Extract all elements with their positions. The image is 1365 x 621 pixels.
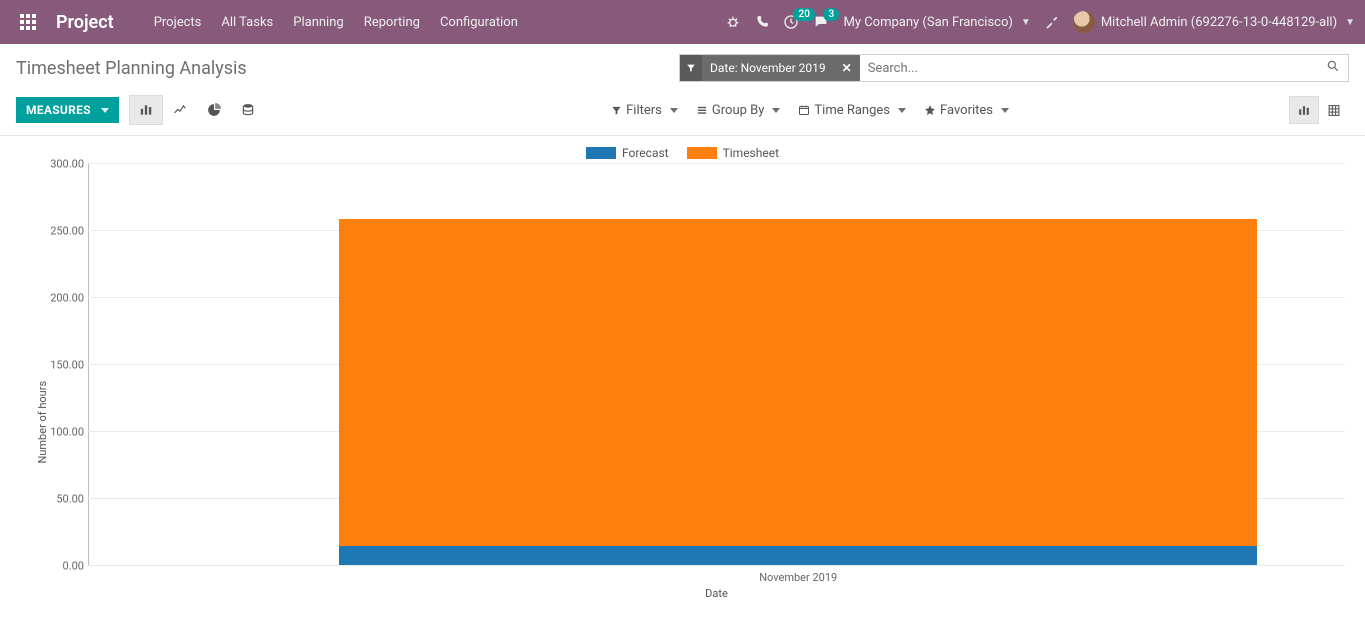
- y-tick-label: 300.00: [36, 158, 84, 171]
- main-menu: Projects All Tasks Planning Reporting Co…: [144, 3, 528, 42]
- groupby-dropdown[interactable]: Group By: [696, 103, 781, 118]
- page-title: Timesheet Planning Analysis: [16, 58, 247, 79]
- view-switcher: [1289, 96, 1349, 124]
- filter-icon: [680, 55, 702, 81]
- y-tick-label: 0.00: [36, 560, 84, 573]
- favorites-dropdown[interactable]: Favorites: [924, 103, 1009, 118]
- plot-inner: Date 0.0050.00100.00150.00200.00250.0030…: [88, 164, 1345, 566]
- x-axis-label: Date: [705, 587, 728, 600]
- stacked-button[interactable]: [231, 95, 265, 125]
- facet-remove-button[interactable]: ✕: [834, 61, 860, 75]
- bar-segment-forecast[interactable]: [339, 546, 1257, 565]
- user-name: Mitchell Admin (692276-13-0-448129-all): [1101, 15, 1337, 30]
- search-facet-date: Date: November 2019 ✕: [680, 55, 860, 81]
- y-tick-label: 150.00: [36, 359, 84, 372]
- bar-segment-timesheet[interactable]: [339, 219, 1257, 546]
- chart-area: Forecast Timesheet Number of hours Date …: [0, 136, 1365, 602]
- discuss-badge: 3: [823, 8, 839, 21]
- activities-badge: 20: [793, 8, 814, 21]
- company-switcher[interactable]: My Company (San Francisco) ▼: [843, 15, 1030, 30]
- legend-swatch-forecast: [586, 147, 616, 159]
- chevron-down-icon: ▼: [1021, 17, 1031, 28]
- apps-icon[interactable]: [10, 8, 46, 36]
- pivot-view-button[interactable]: [1319, 96, 1349, 124]
- topnav: Project Projects All Tasks Planning Repo…: [0, 0, 1365, 44]
- chevron-down-icon: ▼: [1345, 17, 1355, 28]
- y-axis-label: Number of hours: [36, 381, 49, 464]
- groupby-label: Group By: [712, 103, 765, 118]
- bar-stack: [339, 219, 1257, 565]
- chart-type-group: [129, 95, 265, 125]
- pie-chart-button[interactable]: [197, 95, 231, 125]
- voip-icon[interactable]: [755, 15, 769, 29]
- search-options: Filters Group By Time Ranges Favorites: [611, 103, 1009, 118]
- search-box: Date: November 2019 ✕: [679, 54, 1349, 82]
- search-input[interactable]: [860, 61, 1318, 76]
- y-tick-label: 50.00: [36, 493, 84, 506]
- legend-forecast[interactable]: Forecast: [586, 146, 669, 160]
- control-row: Timesheet Planning Analysis Date: Novemb…: [0, 44, 1365, 89]
- app-brand[interactable]: Project: [56, 12, 114, 33]
- menu-planning[interactable]: Planning: [283, 3, 353, 42]
- y-tick-label: 200.00: [36, 292, 84, 305]
- line-chart-button[interactable]: [163, 95, 197, 125]
- gridline: [88, 565, 1345, 566]
- company-name: My Company (San Francisco): [843, 15, 1012, 30]
- debug-icon[interactable]: [725, 14, 741, 30]
- chart-legend: Forecast Timesheet: [16, 142, 1349, 162]
- legend-forecast-label: Forecast: [622, 146, 669, 160]
- y-tick-label: 250.00: [36, 225, 84, 238]
- legend-timesheet[interactable]: Timesheet: [687, 146, 779, 160]
- menu-all-tasks[interactable]: All Tasks: [211, 3, 283, 42]
- discuss-icon[interactable]: 3: [813, 14, 829, 30]
- filters-dropdown[interactable]: Filters: [611, 103, 678, 118]
- avatar: [1073, 11, 1095, 33]
- y-tick-label: 100.00: [36, 426, 84, 439]
- gridline: [88, 163, 1345, 164]
- menu-projects[interactable]: Projects: [144, 3, 212, 42]
- legend-swatch-timesheet: [687, 147, 717, 159]
- activities-icon[interactable]: 20: [783, 14, 799, 30]
- bar-chart-button[interactable]: [129, 95, 163, 125]
- settings-icon[interactable]: [1045, 15, 1059, 29]
- y-axis: [88, 164, 89, 566]
- filters-label: Filters: [626, 103, 662, 118]
- toolbar: MEASURES Filters Group By Time Ranges: [0, 89, 1365, 136]
- menu-configuration[interactable]: Configuration: [430, 3, 528, 42]
- menu-reporting[interactable]: Reporting: [354, 3, 430, 42]
- timeranges-label: Time Ranges: [814, 103, 890, 118]
- x-tick-label: November 2019: [759, 571, 837, 584]
- graph-view-button[interactable]: [1289, 96, 1319, 124]
- chart-plot: Number of hours Date 0.0050.00100.00150.…: [32, 162, 1349, 602]
- favorites-label: Favorites: [940, 103, 993, 118]
- search-facet-label: Date: November 2019: [702, 61, 834, 75]
- systray: 20 3 My Company (San Francisco) ▼ Mitchel…: [725, 11, 1355, 33]
- timeranges-dropdown[interactable]: Time Ranges: [798, 103, 906, 118]
- legend-timesheet-label: Timesheet: [723, 146, 779, 160]
- search-icon[interactable]: [1318, 59, 1348, 77]
- measures-label: MEASURES: [26, 103, 91, 117]
- user-menu[interactable]: Mitchell Admin (692276-13-0-448129-all) ▼: [1073, 11, 1355, 33]
- measures-button[interactable]: MEASURES: [16, 97, 119, 123]
